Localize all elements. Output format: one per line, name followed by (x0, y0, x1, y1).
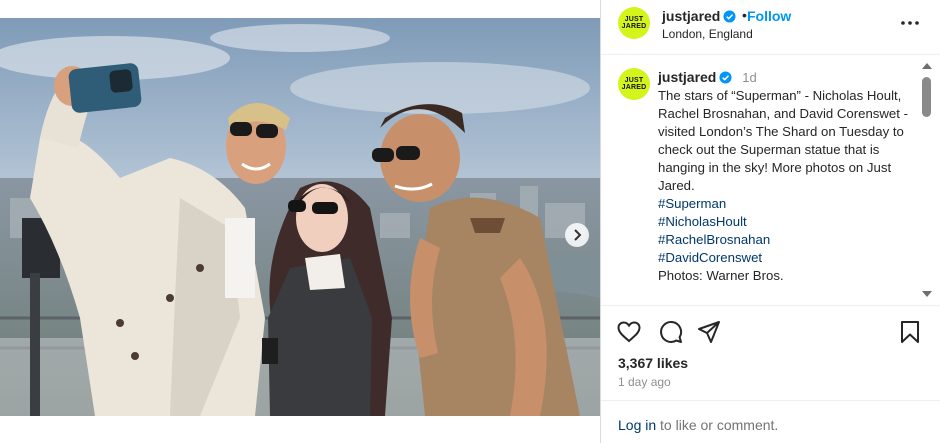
post-media[interactable] (0, 18, 600, 416)
caption-section[interactable]: JUST JARED justjared 1d The stars of “Su… (601, 56, 940, 306)
avatar-text: JARED (621, 23, 647, 30)
comment-button[interactable] (657, 318, 685, 346)
avatar-text: JUST (624, 16, 644, 23)
verified-badge-icon (723, 10, 736, 23)
caption-time: 1d (742, 70, 757, 85)
scroll-up-arrow-icon[interactable] (922, 63, 932, 69)
avatar[interactable]: JUST JARED (618, 7, 650, 39)
follow-button[interactable]: Follow (747, 8, 791, 24)
post-photo (0, 18, 600, 416)
share-icon (698, 321, 720, 343)
caption-scrollbar[interactable] (920, 61, 934, 301)
caption-header: justjared 1d (658, 69, 757, 85)
verified-badge-icon (719, 71, 732, 84)
login-prompt: Log in to like or comment. (601, 400, 940, 443)
more-options-button[interactable] (899, 13, 921, 33)
avatar[interactable]: JUST JARED (618, 68, 650, 100)
save-button[interactable] (896, 318, 924, 346)
scroll-down-arrow-icon[interactable] (922, 291, 932, 297)
post-dialog: JUST JARED justjared • Follow London, En… (0, 0, 940, 443)
bookmark-icon (901, 321, 919, 343)
heart-icon (617, 321, 641, 343)
like-button[interactable] (615, 318, 643, 346)
login-suffix: to like or comment. (656, 417, 779, 433)
caption-text: The stars of “Superman” - Nicholas Hoult… (658, 88, 908, 193)
photo-credit: Photos: Warner Bros. (658, 268, 784, 283)
post-side-panel: JUST JARED justjared • Follow London, En… (600, 0, 940, 443)
hashtag-link[interactable]: #Superman (658, 195, 910, 213)
hashtag-link[interactable]: #NicholasHoult (658, 213, 910, 231)
hashtag-link[interactable]: #DavidCorenswet (658, 249, 910, 267)
login-link[interactable]: Log in (618, 417, 656, 433)
share-button[interactable] (695, 318, 723, 346)
post-timestamp[interactable]: 1 day ago (618, 375, 671, 389)
scrollbar-thumb[interactable] (922, 77, 931, 117)
like-count[interactable]: 3,367 likes (618, 355, 688, 371)
caption-body: The stars of “Superman” - Nicholas Hoult… (658, 87, 910, 285)
username: justjared (662, 8, 721, 24)
action-bar (601, 318, 940, 350)
avatar-text: JUST (624, 77, 644, 84)
username-link[interactable]: justjared (662, 8, 736, 24)
comment-icon (660, 321, 683, 343)
login-line: Log in to like or comment. (618, 417, 778, 433)
post-header: JUST JARED justjared • Follow London, En… (601, 0, 940, 55)
hashtag-link[interactable]: #RachelBrosnahan (658, 231, 910, 249)
next-slide-button[interactable] (565, 223, 589, 247)
more-options-icon (901, 21, 919, 25)
chevron-right-icon (574, 229, 582, 241)
location-link[interactable]: London, England (662, 27, 753, 41)
avatar-text: JARED (621, 84, 647, 91)
caption-username[interactable]: justjared (658, 69, 716, 85)
